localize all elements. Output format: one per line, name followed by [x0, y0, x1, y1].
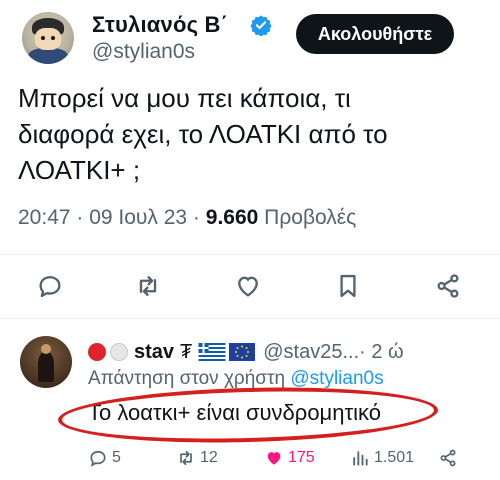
bookmark-icon[interactable] — [334, 272, 362, 300]
reply-icon — [90, 450, 106, 467]
like-count: 175 — [288, 449, 315, 466]
divider — [0, 254, 500, 255]
reply-to-line: Απάντηση στον χρήστη @stylian0s — [88, 368, 384, 390]
reply-header: stav ₮ @stav25... · 2 ώ — [88, 338, 404, 366]
tweet-text-line: διαφορά εχει, το ΛΟΑΤΚΙ από το — [18, 119, 388, 149]
reply-timestamp[interactable]: · 2 ώ — [359, 341, 404, 364]
reply-views-action[interactable]: 1.501 — [350, 448, 414, 468]
tweet-text-line: Μπορεί να μου πει κάποια, τι — [18, 83, 351, 113]
views-count: 9.660 — [205, 206, 259, 229]
tweet-text-line: ΛΟΑΤΚΙ+ ; — [18, 155, 141, 185]
reply-reply-action[interactable]: 5 — [88, 448, 121, 468]
greek-flag-icon — [198, 343, 226, 361]
reply-name-symbol: ₮ — [180, 340, 193, 363]
tweet-header: Στυλιανός Β΄ @stylian0s Ακολουθήστε — [14, 8, 486, 72]
reply-author-name[interactable]: stav — [134, 341, 174, 364]
author-handle[interactable]: @stylian0s — [92, 40, 195, 64]
tweet-meta: 20:47 · 09 Ιουλ 23 · 9.660 Προβολές — [18, 206, 356, 230]
like-icon[interactable] — [234, 272, 262, 300]
retweet-count: 12 — [200, 449, 218, 466]
verified-badge-icon — [250, 15, 272, 36]
reply-like-action[interactable]: 175 — [264, 448, 315, 468]
reply-author-avatar[interactable] — [20, 336, 72, 388]
share-icon — [440, 449, 456, 467]
author-name[interactable]: Στυλιανός Β΄ — [92, 12, 228, 38]
reply-to-mention[interactable]: @stylian0s — [290, 368, 383, 389]
white-circle-emoji — [110, 343, 128, 361]
reply-icon[interactable] — [36, 272, 64, 300]
divider — [0, 318, 500, 319]
reply-action-bar: 5 12 175 1.501 — [88, 448, 488, 474]
author-avatar[interactable] — [22, 12, 74, 64]
eu-flag-icon — [229, 343, 256, 361]
reply-count: 5 — [112, 449, 121, 466]
views-label: Προβολές — [258, 206, 357, 229]
reply-views-count: 1.501 — [374, 449, 415, 466]
reply-to-label: Απάντηση στον χρήστη — [88, 368, 291, 389]
retweet-icon[interactable] — [134, 272, 162, 300]
tweet-timestamp[interactable]: 20:47 · 09 Ιουλ 23 · — [18, 206, 206, 229]
reply-author-handle[interactable]: @stav25... — [263, 341, 359, 364]
tweet-action-bar — [0, 262, 500, 308]
share-icon[interactable] — [434, 272, 462, 300]
reply-retweet-action[interactable]: 12 — [176, 448, 218, 468]
views-chart-icon — [353, 451, 368, 466]
reply-share-action[interactable] — [438, 448, 462, 468]
liked-heart-icon — [267, 452, 281, 465]
red-highlight-ellipse — [57, 383, 439, 447]
red-circle-emoji — [88, 343, 106, 361]
follow-button[interactable]: Ακολουθήστε — [296, 14, 454, 54]
retweet-icon — [180, 450, 192, 466]
tweet-text: Μπορεί να μου πει κάποια, τι διαφορά εχε… — [18, 80, 488, 188]
